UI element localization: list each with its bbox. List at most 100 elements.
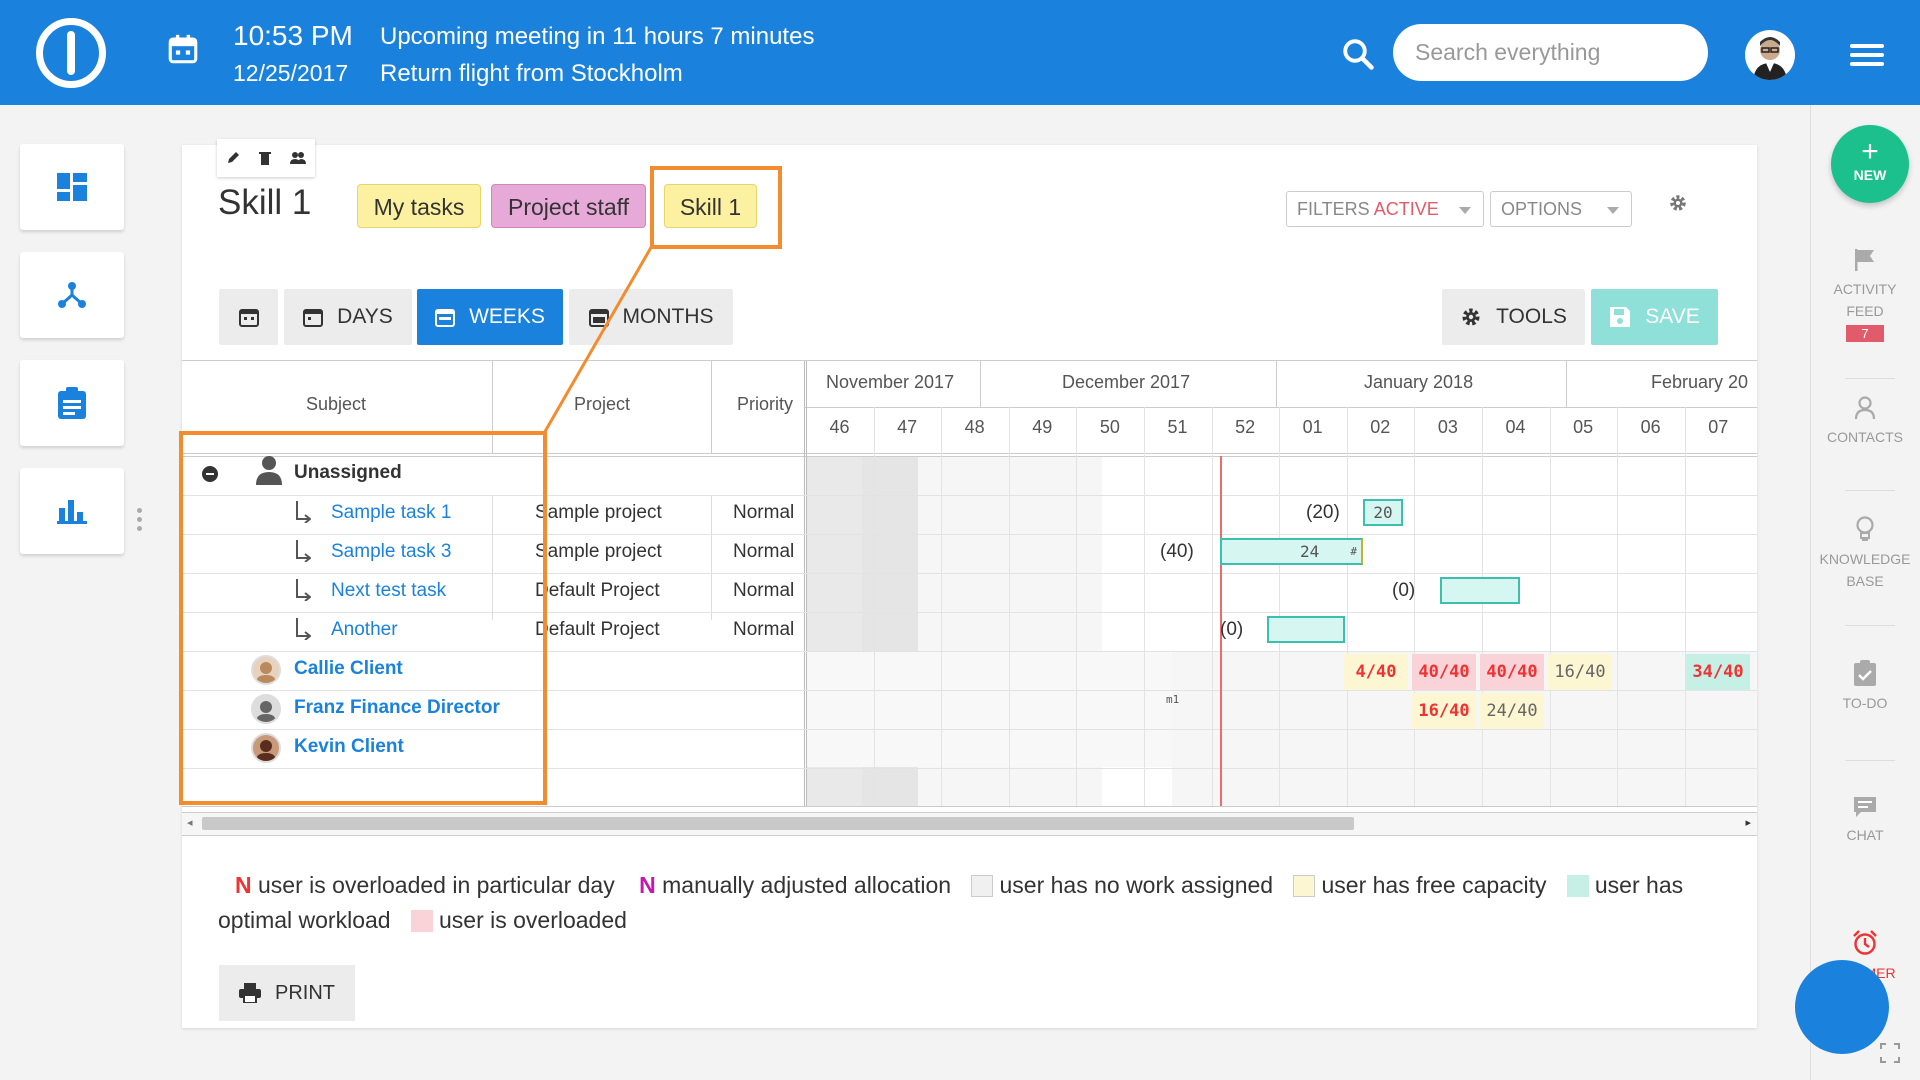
task-project: Sample project xyxy=(535,541,662,562)
new-button[interactable]: + NEW xyxy=(1831,125,1909,203)
settings-gear-icon[interactable] xyxy=(1668,193,1688,213)
search-input[interactable] xyxy=(1393,24,1708,81)
task-priority: Normal xyxy=(733,541,795,562)
clock-date: 12/25/2017 xyxy=(233,60,349,86)
legend-swatch-no-work xyxy=(971,875,994,897)
upcoming-meeting[interactable]: Upcoming meeting in 11 hours 7 minutes xyxy=(380,23,814,51)
week-label: 03 xyxy=(1437,417,1458,437)
page-title: Skill 1 xyxy=(218,183,312,222)
week-label: 51 xyxy=(1167,417,1188,437)
task-project: Sample project xyxy=(535,502,662,523)
tasks-button[interactable] xyxy=(20,360,124,446)
bar-chart-icon xyxy=(57,500,87,524)
task-priority: Normal xyxy=(733,502,795,523)
print-button[interactable]: PRINT xyxy=(219,965,355,1021)
bar-hours: 24 xyxy=(1300,542,1320,561)
user-avatar[interactable] xyxy=(1745,30,1795,80)
activity-feed-button[interactable]: ACTIVITY FEED 7 xyxy=(1810,248,1920,344)
task-allocation-bar[interactable]: 20 xyxy=(1363,499,1403,526)
task-project: Default Project xyxy=(535,619,660,640)
scroll-right-arrow[interactable]: ▸ xyxy=(1745,816,1751,829)
task-priority: Normal xyxy=(733,619,795,640)
column-header-priority[interactable]: Priority xyxy=(737,394,793,415)
clock-time: 10:53 PM xyxy=(233,20,353,51)
calendar-icon[interactable] xyxy=(166,32,200,66)
activity-badge: 7 xyxy=(1846,325,1884,342)
todo-button[interactable]: TO-DO xyxy=(1810,660,1920,714)
users-icon[interactable] xyxy=(289,151,306,165)
lightbulb-icon xyxy=(1856,516,1874,541)
week-label: 04 xyxy=(1505,417,1526,437)
menu-icon[interactable] xyxy=(1850,44,1884,66)
pencil-icon[interactable] xyxy=(226,151,240,165)
person-icon xyxy=(1854,396,1876,420)
highlight-box-table xyxy=(179,431,547,805)
workload-cell[interactable]: 16/40 xyxy=(1548,654,1612,690)
trash-icon[interactable] xyxy=(258,151,271,165)
floppy-disk-icon xyxy=(1610,307,1631,327)
hierarchy-button[interactable] xyxy=(20,252,124,338)
save-button[interactable]: SAVE xyxy=(1591,289,1718,345)
search-icon[interactable] xyxy=(1340,36,1376,72)
printer-icon xyxy=(239,983,261,1003)
contacts-button[interactable]: CONTACTS xyxy=(1810,396,1920,448)
week-label: 52 xyxy=(1235,417,1256,437)
week-label: 49 xyxy=(1032,417,1053,437)
tab-my-tasks[interactable]: My tasks xyxy=(357,184,481,228)
month-label: December 2017 xyxy=(1062,372,1191,392)
checklist-icon xyxy=(1854,660,1876,686)
help-button[interactable] xyxy=(1795,960,1889,1054)
tools-button[interactable]: TOOLS xyxy=(1442,289,1585,345)
month-label: January 2018 xyxy=(1364,372,1474,392)
week-label: 47 xyxy=(897,417,918,437)
workload-cell[interactable]: 40/40 xyxy=(1480,654,1544,690)
milestone-mark: m1 xyxy=(1166,693,1180,706)
dashboard-button[interactable] xyxy=(20,144,124,230)
scrollbar-thumb[interactable] xyxy=(202,817,1354,830)
week-label: 48 xyxy=(964,417,985,437)
task-hours-label: (0) xyxy=(1392,580,1416,601)
dashboard-icon xyxy=(57,173,87,201)
filters-select[interactable]: FILTERS ACTIVE xyxy=(1286,191,1484,227)
legend-swatch-optimal xyxy=(1566,875,1589,897)
upcoming-event[interactable]: Return flight from Stockholm xyxy=(380,60,683,88)
workload-cell[interactable]: 4/40 xyxy=(1344,654,1408,690)
knowledge-base-button[interactable]: KNOWLEDGE BASE xyxy=(1810,516,1920,592)
calendar-icon xyxy=(238,309,259,327)
gear-icon xyxy=(1462,308,1480,326)
task-allocation-bar[interactable] xyxy=(1440,577,1520,604)
hierarchy-icon xyxy=(58,282,86,308)
fullscreen-icon[interactable] xyxy=(1880,1043,1900,1063)
week-label: 46 xyxy=(829,417,850,437)
calendar-icon xyxy=(303,309,324,327)
top-bar: 10:53 PM 12/25/2017 Upcoming meeting in … xyxy=(0,0,1920,105)
task-allocation-bar[interactable] xyxy=(1267,616,1345,643)
page-edit-tools xyxy=(217,139,315,177)
task-hours-label: (40) xyxy=(1160,541,1194,562)
workload-cell[interactable]: 24/40 xyxy=(1480,693,1544,729)
reports-button[interactable] xyxy=(20,468,124,554)
options-select[interactable]: OPTIONS xyxy=(1490,191,1632,227)
workload-cell[interactable]: 34/40 xyxy=(1686,654,1750,690)
horizontal-scrollbar[interactable]: ◂ ▸ xyxy=(182,812,1757,836)
calendar-picker-button[interactable] xyxy=(219,289,278,345)
task-hours-label: (0) xyxy=(1220,619,1244,640)
sidebar-resize-handle[interactable] xyxy=(137,508,143,535)
month-label: February 20 xyxy=(1651,372,1749,392)
task-allocation-bar[interactable]: 24 # xyxy=(1220,538,1363,565)
alarm-clock-icon xyxy=(1853,930,1877,955)
workload-cell[interactable]: 16/40 xyxy=(1412,693,1476,729)
clipboard-icon xyxy=(58,387,86,419)
legend-swatch-overloaded xyxy=(410,910,433,932)
scroll-left-arrow[interactable]: ◂ xyxy=(187,816,193,829)
week-label: 02 xyxy=(1370,417,1391,437)
app-logo[interactable] xyxy=(36,18,106,88)
chat-button[interactable]: CHAT xyxy=(1810,796,1920,846)
tab-project-staff[interactable]: Project staff xyxy=(491,184,646,228)
column-header-subject[interactable]: Subject xyxy=(306,394,366,415)
bar-mark: # xyxy=(1350,545,1357,558)
workload-cell[interactable]: 40/40 xyxy=(1412,654,1476,690)
week-label: 05 xyxy=(1573,417,1594,437)
week-label: 07 xyxy=(1708,417,1729,437)
days-button[interactable]: DAYS xyxy=(284,289,412,345)
